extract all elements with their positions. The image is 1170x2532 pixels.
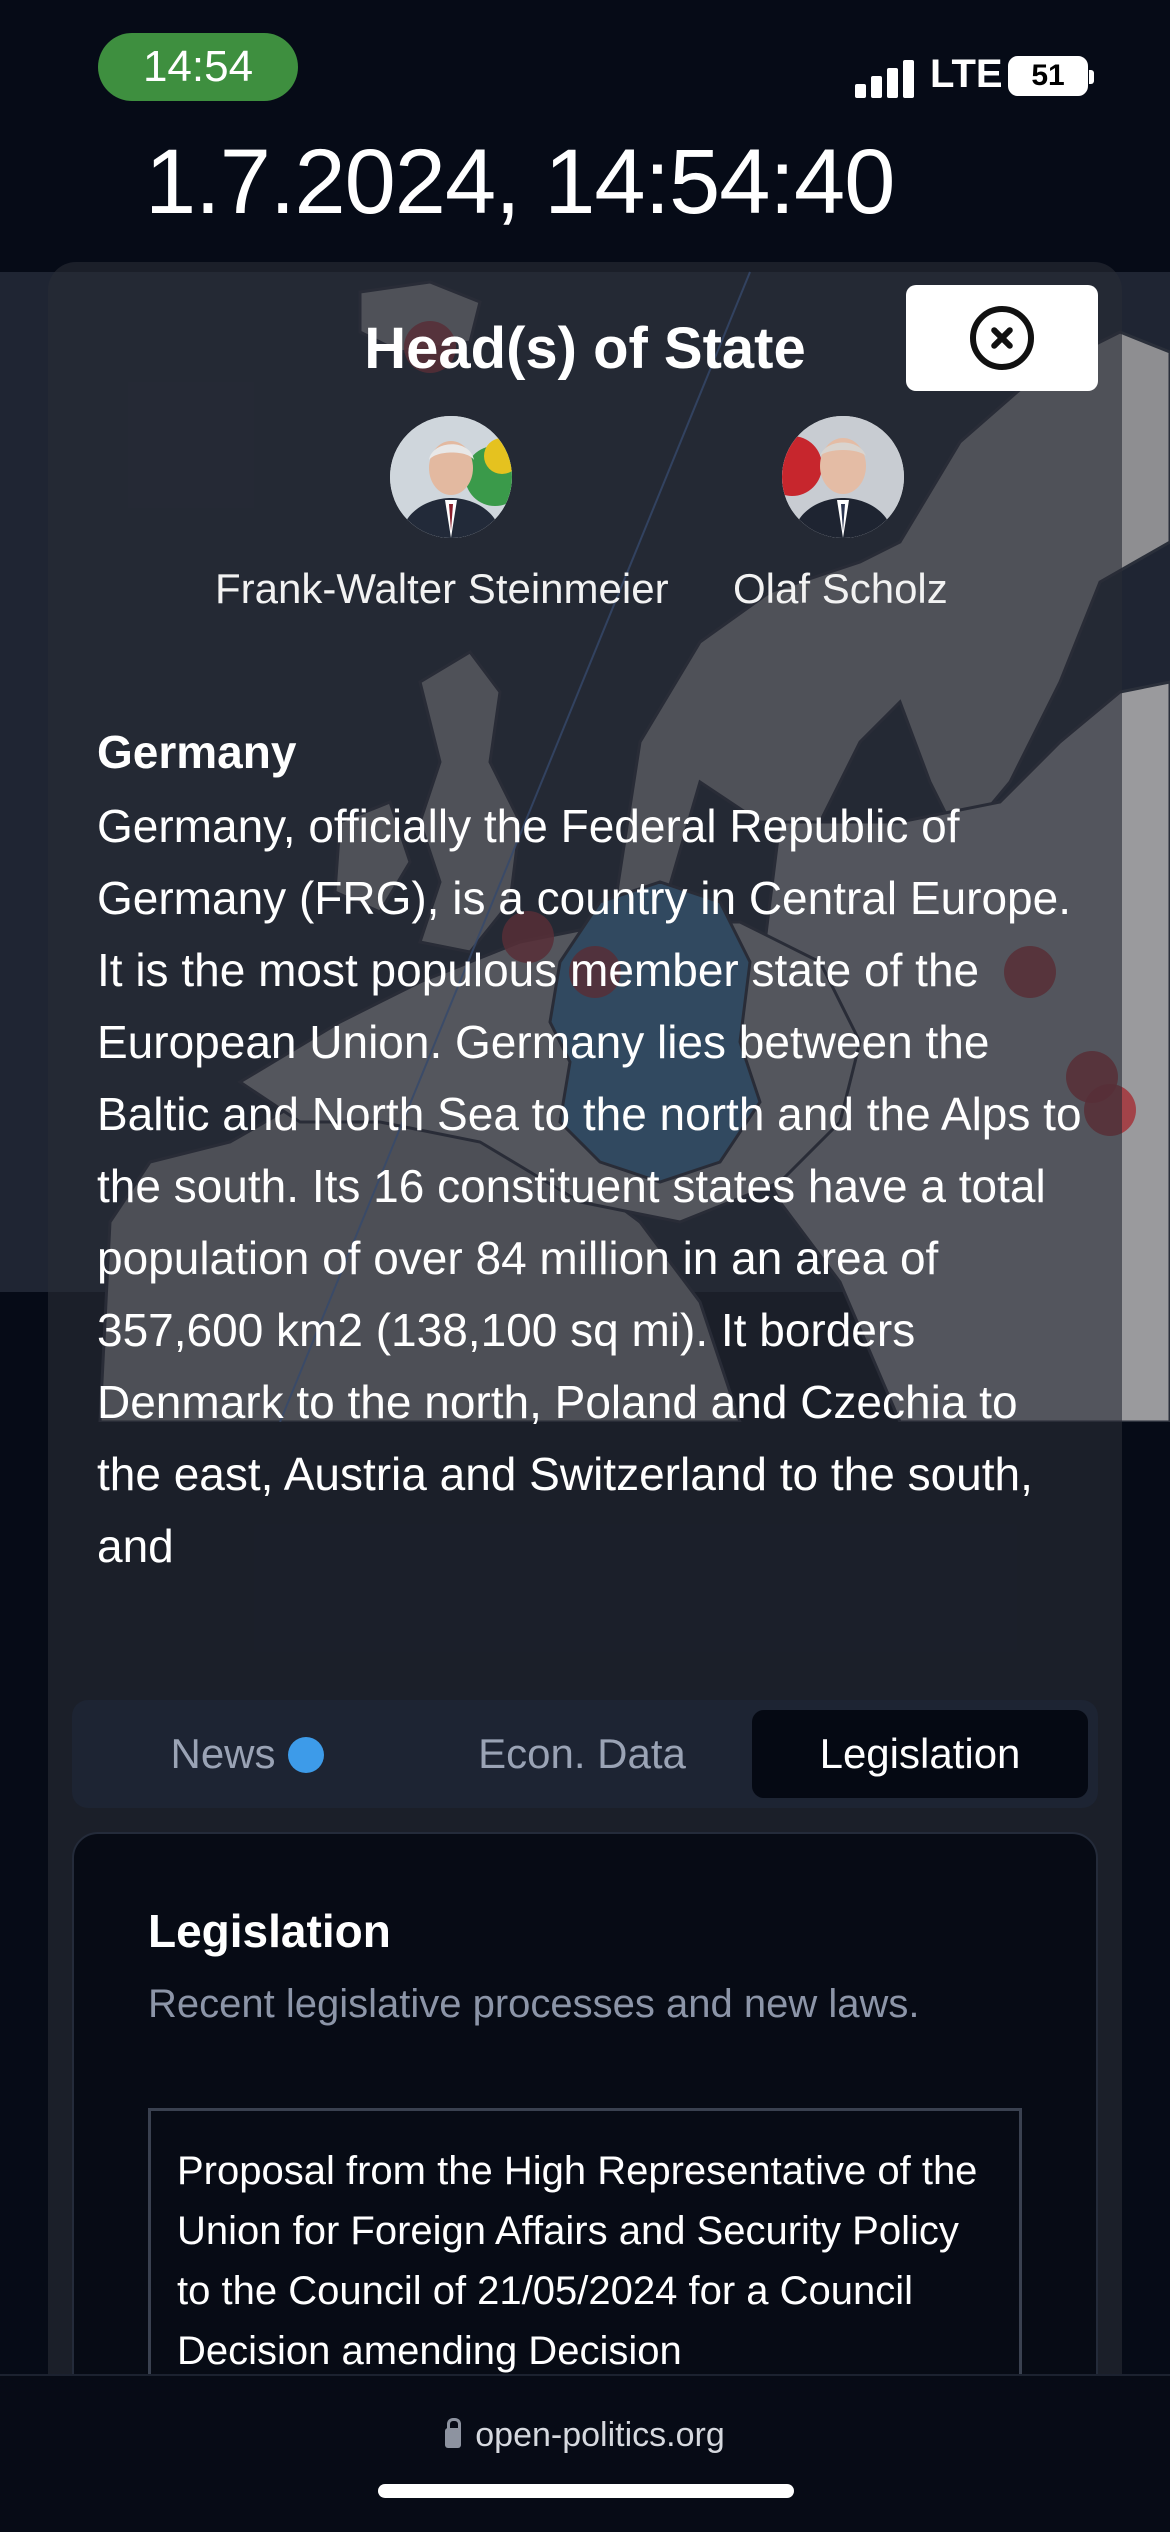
avatar[interactable] bbox=[782, 416, 904, 538]
tab-econ-data[interactable]: Econ. Data bbox=[417, 1710, 747, 1798]
status-bar: 14:54 LTE 51 bbox=[0, 0, 1170, 140]
head-of-state-name: Frank-Walter Steinmeier bbox=[215, 565, 669, 612]
url-row[interactable]: open-politics.org bbox=[0, 2416, 1170, 2455]
tab-label: Econ. Data bbox=[478, 1730, 686, 1777]
url-text: open-politics.org bbox=[475, 2416, 725, 2454]
avatar[interactable] bbox=[390, 416, 512, 538]
battery-icon: 51 bbox=[1008, 56, 1094, 96]
tab-label: News bbox=[170, 1730, 276, 1777]
heads-of-state-title: Head(s) of State bbox=[364, 316, 806, 381]
country-description: Germany, officially the Federal Republic… bbox=[97, 800, 1082, 1572]
network-type: LTE bbox=[930, 52, 1003, 96]
lock-icon bbox=[445, 2418, 462, 2448]
head-of-state-name: Olaf Scholz bbox=[733, 565, 948, 612]
notification-dot-icon bbox=[287, 1737, 324, 1773]
current-datetime: 1.7.2024, 14:54:40 bbox=[145, 131, 895, 233]
portrait-icon bbox=[390, 416, 512, 538]
legislation-subtitle: Recent legislative processes and new law… bbox=[148, 1982, 920, 2026]
signal-icon bbox=[855, 58, 917, 98]
country-name: Germany bbox=[97, 726, 297, 778]
status-time: 14:54 bbox=[98, 33, 298, 101]
tab-news[interactable]: News bbox=[82, 1710, 412, 1798]
legislation-title: Legislation bbox=[148, 1905, 391, 1957]
tab-legislation[interactable]: Legislation bbox=[752, 1710, 1088, 1798]
section-tabs: News Econ. Data Legislation bbox=[72, 1700, 1098, 1808]
browser-url-bar[interactable]: open-politics.org bbox=[0, 2374, 1170, 2532]
tab-label: Legislation bbox=[819, 1730, 1021, 1777]
legislation-card: Legislation Recent legislative processes… bbox=[72, 1832, 1098, 2392]
home-indicator[interactable] bbox=[378, 2484, 794, 2498]
portrait-icon bbox=[782, 416, 904, 538]
legislation-item[interactable]: Proposal from the High Representative of… bbox=[148, 2108, 1022, 2390]
